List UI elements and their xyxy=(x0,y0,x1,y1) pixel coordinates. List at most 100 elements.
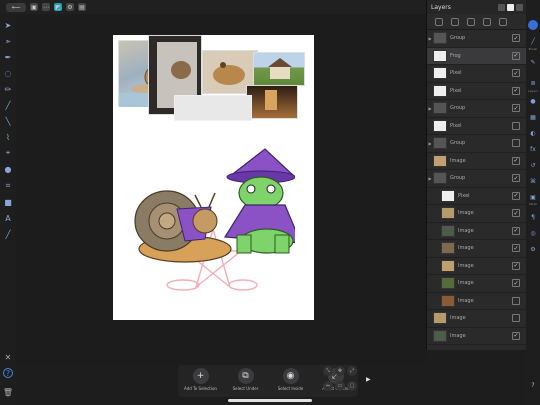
layer-visibility-checkbox[interactable]: ✓ xyxy=(512,191,520,200)
layer-row[interactable]: Pixel ✓ xyxy=(427,83,526,100)
color-picker-tool-icon[interactable]: ● xyxy=(3,164,13,174)
close-icon[interactable]: ✕ xyxy=(3,352,13,362)
help-icon[interactable]: ? xyxy=(3,368,13,378)
align-icon[interactable]: ⇔ xyxy=(323,381,333,391)
layer-row[interactable]: ▶ Group xyxy=(427,135,526,153)
layer-visibility-checkbox[interactable]: ✓ xyxy=(512,104,520,113)
layer-visibility-checkbox[interactable]: ✓ xyxy=(512,86,520,95)
align-icon[interactable]: ▢ xyxy=(347,381,357,391)
layer-thumbnail xyxy=(433,119,447,132)
layer-row[interactable]: Image ✓ xyxy=(427,205,526,223)
layer-row[interactable]: Pixel ✓ xyxy=(427,188,526,205)
layer-row[interactable]: ▶ Group ✓ xyxy=(427,170,526,188)
layer-row[interactable]: Image ✓ xyxy=(427,275,526,293)
add-to-selection-button[interactable]: + Add To Selection xyxy=(181,368,221,391)
layer-row[interactable]: Frog ✓ xyxy=(427,47,526,65)
layer-visibility-checkbox[interactable]: ✓ xyxy=(512,279,520,288)
left-toolbar: ➤ ➣ ✒ ◌ ✏ ╱ ╲ ⌇ ⌖ ● ⌗ ■ A ╱ ✕ ? 🗑 xyxy=(0,14,16,405)
layer-row[interactable]: ▶ Group ✓ xyxy=(427,30,526,48)
history-icon[interactable]: ↺ xyxy=(528,160,538,170)
adjustment-icon[interactable] xyxy=(467,17,475,26)
more-icon[interactable]: ⋯ xyxy=(42,3,50,11)
layer-visibility-checkbox[interactable] xyxy=(512,314,520,323)
interior-photo[interactable] xyxy=(246,85,298,119)
navigator-icon[interactable]: ◎ xyxy=(528,228,538,238)
select-under-button[interactable]: ⧉ Select Under xyxy=(226,368,266,391)
paint-brush-tool-icon[interactable]: ╱ xyxy=(3,100,13,110)
eraser-tool-icon[interactable]: ╲ xyxy=(3,116,13,126)
stock-icon[interactable]: ▣ xyxy=(528,192,538,202)
add-layer-icon[interactable] xyxy=(483,17,491,26)
document-canvas[interactable] xyxy=(113,35,314,320)
fill-tool-icon[interactable]: ⌖ xyxy=(3,148,13,158)
crop-tool-icon[interactable]: ⌗ xyxy=(3,181,13,191)
align-icon[interactable]: ✥ xyxy=(335,366,345,376)
align-icon[interactable]: ▭ xyxy=(335,381,345,391)
export-icon[interactable]: ▤ xyxy=(78,3,86,11)
color-wheel-icon[interactable] xyxy=(528,20,538,30)
illustration-svg[interactable] xyxy=(125,147,295,292)
layer-visibility-checkbox[interactable]: ✓ xyxy=(512,51,520,60)
layer-row[interactable]: Image ✓ xyxy=(427,153,526,170)
swatches-icon[interactable]: ● xyxy=(528,96,538,106)
layers-panel-title: Layers xyxy=(431,3,451,11)
brush-panel-icon[interactable]: ╱ xyxy=(528,36,538,46)
layer-visibility-checkbox[interactable]: ✓ xyxy=(512,226,520,235)
layer-row[interactable]: Image ✓ xyxy=(427,223,526,240)
brush-tool-icon[interactable]: ◌ xyxy=(3,68,13,78)
blend-mode-icon[interactable] xyxy=(435,17,443,26)
pen-tool-icon[interactable]: ✒ xyxy=(3,52,13,62)
node-tool-icon[interactable]: ➣ xyxy=(3,36,13,46)
layer-visibility-checkbox[interactable]: ✓ xyxy=(512,244,520,253)
delete-layer-icon[interactable] xyxy=(499,17,507,26)
faded-photo[interactable] xyxy=(174,95,252,121)
persona-icon[interactable]: ◩ xyxy=(54,3,62,11)
vector-crop-tool-icon[interactable]: ╱ xyxy=(3,229,13,239)
layer-visibility-checkbox[interactable]: ✓ xyxy=(512,209,520,218)
panel-menu-icon[interactable] xyxy=(498,3,505,11)
layer-row[interactable]: Image xyxy=(427,293,526,310)
text-styles-icon[interactable]: ¶ xyxy=(528,212,538,222)
layer-row[interactable]: Pixel ✓ xyxy=(427,65,526,83)
layers-panel-icon[interactable]: ≣ xyxy=(528,78,538,88)
more-options-icon[interactable]: ▶ xyxy=(366,376,371,383)
text-tool-icon[interactable]: A xyxy=(3,213,13,223)
layer-visibility-checkbox[interactable] xyxy=(512,296,520,305)
document-icon[interactable]: ▣ xyxy=(30,3,38,11)
mask-icon[interactable] xyxy=(451,17,459,26)
cottage-photo[interactable] xyxy=(253,52,305,86)
layer-row[interactable]: Image xyxy=(427,310,526,328)
back-icon[interactable]: ⟵ xyxy=(6,2,26,12)
align-icon[interactable]: ⤡ xyxy=(323,366,333,376)
adjust-icon[interactable]: ◐ xyxy=(528,128,538,138)
panel-expand-icon[interactable] xyxy=(507,3,514,11)
layer-visibility-checkbox[interactable]: ✓ xyxy=(512,156,520,165)
info-icon[interactable]: ? xyxy=(528,380,538,390)
assets-icon[interactable]: ⚙ xyxy=(528,244,538,254)
grid-icon[interactable]: ▦ xyxy=(528,112,538,122)
layer-row[interactable]: Image ✓ xyxy=(427,258,526,275)
layer-row[interactable]: ▶ Group ✓ xyxy=(427,100,526,118)
layer-visibility-checkbox[interactable] xyxy=(512,121,520,130)
pen-panel-icon[interactable]: ✎ xyxy=(528,57,538,67)
settings-icon[interactable]: ⚙ xyxy=(66,3,74,11)
layer-row[interactable]: Pixel xyxy=(427,118,526,135)
layer-row[interactable]: Image ✓ xyxy=(427,240,526,258)
layer-visibility-checkbox[interactable]: ✓ xyxy=(512,34,520,43)
layer-visibility-checkbox[interactable]: ✓ xyxy=(512,174,520,183)
layer-visibility-checkbox[interactable]: ✓ xyxy=(512,261,520,270)
eyedropper-tool-icon[interactable]: ⌇ xyxy=(3,132,13,142)
layer-visibility-checkbox[interactable]: ✓ xyxy=(512,69,520,78)
fx-icon[interactable]: fx xyxy=(528,144,538,154)
layer-visibility-checkbox[interactable]: ✓ xyxy=(512,331,520,340)
align-icon[interactable]: ⤢ xyxy=(347,366,357,376)
transform-icon[interactable]: ⌘ xyxy=(528,176,538,186)
layer-visibility-checkbox[interactable] xyxy=(512,139,520,148)
pencil-tool-icon[interactable]: ✏ xyxy=(3,84,13,94)
layer-row[interactable]: Image ✓ xyxy=(427,328,526,345)
delete-icon[interactable]: 🗑 xyxy=(3,387,13,397)
panel-close-icon[interactable] xyxy=(516,3,523,11)
move-tool-icon[interactable]: ➤ xyxy=(3,20,13,30)
select-inside-button[interactable]: ◉ Select Inside xyxy=(271,368,311,391)
shape-tool-icon[interactable]: ■ xyxy=(3,197,13,207)
